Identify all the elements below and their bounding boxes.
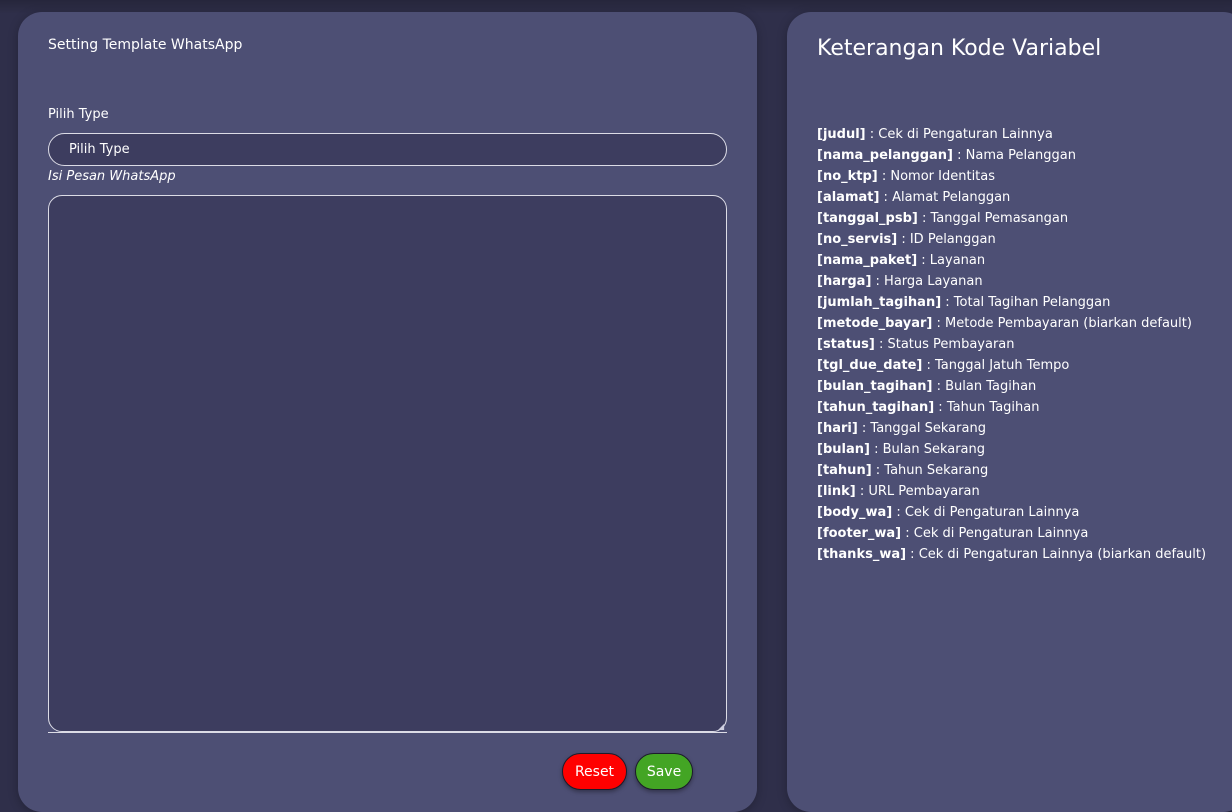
template-settings-title: Setting Template WhatsApp <box>48 37 243 53</box>
variable-item: [tahun_tagihan] : Tahun Tagihan <box>817 397 1206 418</box>
message-textarea[interactable] <box>48 195 727 732</box>
variable-item: [hari] : Tanggal Sekarang <box>817 418 1206 439</box>
variable-code: [body_wa] <box>817 505 893 520</box>
variable-item: [harga] : Harga Layanan <box>817 271 1206 292</box>
type-select[interactable]: Pilih Type <box>48 133 727 166</box>
variable-description: : Tahun Sekarang <box>871 463 989 478</box>
variable-item: [bulan_tagihan] : Bulan Tagihan <box>817 376 1206 397</box>
variable-description: : Tanggal Jatuh Tempo <box>922 358 1070 373</box>
variable-item: [judul] : Cek di Pengaturan Lainnya <box>817 124 1206 145</box>
variable-description: : Bulan Tagihan <box>932 379 1037 394</box>
variable-item: [tanggal_psb] : Tanggal Pemasangan <box>817 208 1206 229</box>
variable-description: : Tahun Tagihan <box>934 400 1040 415</box>
variable-code: [tgl_due_date] <box>817 358 923 373</box>
variable-code: [no_ktp] <box>817 169 878 184</box>
variable-description: : ID Pelanggan <box>897 232 996 247</box>
save-button[interactable]: Save <box>635 753 693 790</box>
variable-description: : Cek di Pengaturan Lainnya <box>901 526 1089 541</box>
message-label: Isi Pesan WhatsApp <box>48 169 176 184</box>
template-settings-card: Setting Template WhatsApp Pilih Type Pil… <box>18 12 757 812</box>
type-label: Pilih Type <box>48 107 109 122</box>
variable-item: [thanks_wa] : Cek di Pengaturan Lainnya … <box>817 544 1206 565</box>
variable-code: [bulan] <box>817 442 870 457</box>
variable-description: : Tanggal Pemasangan <box>917 211 1069 226</box>
variable-description: : Layanan <box>917 253 986 268</box>
variable-item: [tgl_due_date] : Tanggal Jatuh Tempo <box>817 355 1206 376</box>
variable-description: : Tanggal Sekarang <box>857 421 986 436</box>
variable-item: [metode_bayar] : Metode Pembayaran (biar… <box>817 313 1206 334</box>
variable-item: [nama_paket] : Layanan <box>817 250 1206 271</box>
variable-code: [tanggal_psb] <box>817 211 918 226</box>
variable-description: : Total Tagihan Pelanggan <box>941 295 1111 310</box>
variable-code: [nama_pelanggan] <box>817 148 953 163</box>
variable-description: : Status Pembayaran <box>874 337 1015 352</box>
variable-code: [bulan_tagihan] <box>817 379 933 394</box>
variable-item: [bulan] : Bulan Sekarang <box>817 439 1206 460</box>
variable-code: [metode_bayar] <box>817 316 933 331</box>
resize-grip-icon[interactable]: ◢ <box>718 723 726 731</box>
variable-description: : Bulan Sekarang <box>869 442 986 457</box>
variable-description: : Nomor Identitas <box>877 169 996 184</box>
variable-description: : URL Pembayaran <box>855 484 980 499</box>
variables-list: [judul] : Cek di Pengaturan Lainnya [nama… <box>817 124 1206 565</box>
variable-code: [no_servis] <box>817 232 898 247</box>
variables-title: Keterangan Kode Variabel <box>817 36 1102 61</box>
variable-code: [tahun_tagihan] <box>817 400 935 415</box>
variable-description: : Metode Pembayaran (biarkan default) <box>932 316 1192 331</box>
variable-item: [nama_pelanggan] : Nama Pelanggan <box>817 145 1206 166</box>
textarea-underline <box>48 732 727 733</box>
variable-description: : Harga Layanan <box>871 274 983 289</box>
variable-item: [link] : URL Pembayaran <box>817 481 1206 502</box>
variable-code: [alamat] <box>817 190 880 205</box>
variable-code: [jumlah_tagihan] <box>817 295 942 310</box>
variable-description: : Cek di Pengaturan Lainnya (biarkan def… <box>906 547 1207 562</box>
variable-code: [link] <box>817 484 856 499</box>
variable-code: [harga] <box>817 274 872 289</box>
variable-description: : Nama Pelanggan <box>952 148 1076 163</box>
variable-item: [body_wa] : Cek di Pengaturan Lainnya <box>817 502 1206 523</box>
variable-item: [status] : Status Pembayaran <box>817 334 1206 355</box>
variable-code: [hari] <box>817 421 858 436</box>
variable-code: [thanks_wa] <box>817 547 907 562</box>
variable-code: [nama_paket] <box>817 253 918 268</box>
variable-code: [status] <box>817 337 875 352</box>
variable-item: [no_servis] : ID Pelanggan <box>817 229 1206 250</box>
variable-item: [alamat] : Alamat Pelanggan <box>817 187 1206 208</box>
variable-description: : Cek di Pengaturan Lainnya <box>865 127 1053 142</box>
variable-item: [no_ktp] : Nomor Identitas <box>817 166 1206 187</box>
variables-card: Keterangan Kode Variabel [judul] : Cek d… <box>787 12 1232 812</box>
variable-item: [tahun] : Tahun Sekarang <box>817 460 1206 481</box>
variable-item: [jumlah_tagihan] : Total Tagihan Pelangg… <box>817 292 1206 313</box>
variable-description: : Alamat Pelanggan <box>879 190 1011 205</box>
variable-description: : Cek di Pengaturan Lainnya <box>892 505 1080 520</box>
variable-code: [tahun] <box>817 463 872 478</box>
variable-code: [judul] <box>817 127 866 142</box>
variable-item: [footer_wa] : Cek di Pengaturan Lainnya <box>817 523 1206 544</box>
variable-code: [footer_wa] <box>817 526 902 541</box>
reset-button[interactable]: Reset <box>562 753 627 790</box>
